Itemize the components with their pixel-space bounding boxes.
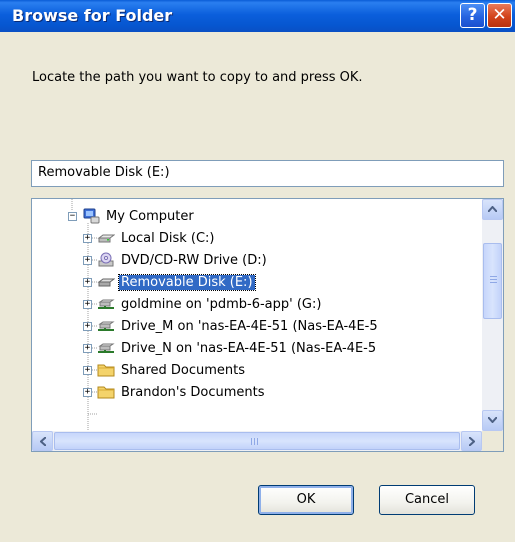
tree-node-dvd-drive[interactable]: + DVD/CD-RW Drive (D:)	[83, 249, 269, 271]
expand-icon[interactable]: +	[83, 321, 92, 331]
close-icon: ✕	[492, 5, 507, 25]
horizontal-scroll-thumb[interactable]	[54, 432, 460, 450]
expand-icon[interactable]: +	[83, 299, 92, 309]
cancel-button[interactable]: Cancel	[379, 485, 475, 515]
hard-drive-icon	[97, 234, 115, 243]
thumb-grip	[251, 438, 252, 445]
instruction-text: Locate the path you want to copy to and …	[32, 70, 363, 85]
thumb-grip	[490, 282, 497, 283]
thumb-grip	[490, 276, 497, 277]
tree-node-label: Shared Documents	[121, 362, 246, 378]
scroll-right-button[interactable]	[461, 431, 482, 451]
tree-node-drive-n[interactable]: + Drive_N on 'nas-EA-4E-51 (Nas-EA-4E-5	[83, 337, 378, 359]
tree-node-label: My Computer	[106, 208, 194, 224]
arrow-up-icon	[487, 205, 498, 213]
tree-node-label: Drive_M on 'nas-EA-4E-51 (Nas-EA-4E-5	[121, 318, 378, 334]
tree-node-label: Removable Disk (E:)	[118, 273, 256, 291]
network-drive-icon	[98, 299, 115, 309]
scroll-up-button[interactable]	[482, 199, 503, 220]
browse-for-folder-dialog: Browse for Folder ? ✕ Locate the path yo…	[0, 0, 515, 542]
thumb-grip	[254, 438, 255, 445]
expand-icon[interactable]: +	[83, 233, 92, 243]
scroll-left-button[interactable]	[32, 431, 53, 451]
network-drive-icon	[98, 343, 115, 353]
window-title: Browse for Folder	[12, 6, 173, 25]
folder-path-field[interactable]: Removable Disk (E:)	[31, 160, 504, 187]
thumb-grip	[257, 438, 258, 445]
folder-tree[interactable]: − My Computer + Local Disk (C:) + DVD/CD…	[31, 198, 504, 452]
tree-node-my-computer[interactable]: − My Computer	[68, 205, 196, 227]
network-drive-icon	[98, 321, 115, 331]
help-icon: ?	[467, 5, 478, 25]
folder-icon	[97, 364, 115, 377]
tree-node-local-disk[interactable]: + Local Disk (C:)	[83, 227, 216, 249]
horizontal-scrollbar[interactable]	[32, 431, 482, 451]
expand-icon[interactable]: +	[83, 343, 92, 353]
collapse-icon[interactable]: −	[68, 211, 77, 221]
vertical-scroll-thumb[interactable]	[483, 243, 502, 319]
tree-node-shared-documents[interactable]: + Shared Documents	[83, 359, 247, 381]
ok-button[interactable]: OK	[258, 485, 354, 515]
expand-icon[interactable]: +	[83, 277, 92, 287]
scroll-down-button[interactable]	[482, 410, 503, 431]
title-bar[interactable]: Browse for Folder ? ✕	[0, 0, 515, 32]
arrow-right-icon	[467, 436, 475, 447]
close-button[interactable]: ✕	[487, 3, 512, 28]
vertical-scrollbar[interactable]	[482, 199, 503, 431]
tree-node-removable-disk[interactable]: + Removable Disk (E:)	[83, 271, 256, 293]
tree-node-label: Local Disk (C:)	[121, 230, 215, 246]
tree-node-brandons-documents[interactable]: + Brandon's Documents	[83, 381, 267, 403]
expand-icon[interactable]: +	[83, 255, 92, 265]
computer-icon	[83, 208, 100, 224]
help-button[interactable]: ?	[460, 3, 485, 28]
arrow-left-icon	[39, 436, 47, 447]
tree-node-label: DVD/CD-RW Drive (D:)	[121, 252, 267, 268]
tree-node-goldmine[interactable]: + goldmine on 'pdmb-6-app' (G:)	[83, 293, 323, 315]
arrow-down-icon	[487, 416, 498, 424]
tree-node-label: Drive_N on 'nas-EA-4E-51 (Nas-EA-4E-5	[121, 340, 377, 356]
removable-disk-icon	[97, 278, 115, 287]
tree-node-drive-m[interactable]: + Drive_M on 'nas-EA-4E-51 (Nas-EA-4E-5	[83, 315, 380, 337]
dvd-drive-icon	[98, 252, 114, 267]
expand-icon[interactable]: +	[83, 365, 92, 375]
thumb-grip	[490, 279, 497, 280]
scrollbar-corner	[482, 431, 503, 451]
expand-icon[interactable]: +	[83, 387, 92, 397]
folder-tree-viewport: − My Computer + Local Disk (C:) + DVD/CD…	[32, 199, 482, 431]
tree-node-label: goldmine on 'pdmb-6-app' (G:)	[121, 296, 322, 312]
tree-node-label: Brandon's Documents	[121, 384, 265, 400]
folder-icon	[97, 386, 115, 399]
